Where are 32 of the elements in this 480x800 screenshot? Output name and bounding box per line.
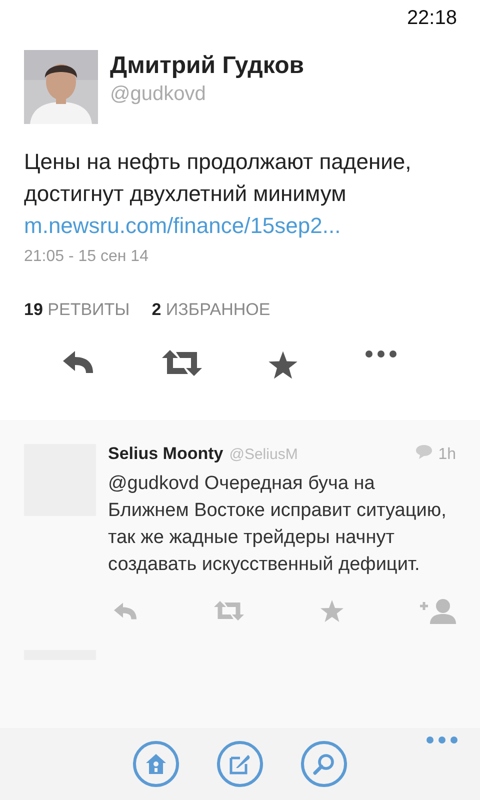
reply-icon [63,350,96,374]
star-icon [320,599,344,623]
tweet-text: Цены на нефть продолжают падение, достигнут двухлетний минимум [24,148,412,208]
add-user-icon [420,598,456,624]
reply-button[interactable] [63,350,96,374]
house-icon [145,753,167,775]
comment-icon [416,445,432,459]
retweet-icon [162,350,202,376]
status-time: 22:18 [406,6,457,30]
home-button[interactable] [133,741,179,787]
compose-icon [229,753,251,775]
more-icon [426,736,458,744]
tweet-date: 21:05 - 15 сен 14 [23,247,150,266]
reply-author: Selius Moonty [108,444,224,464]
stat-count[interactable]: 2 ИЗБРАННОЕ [152,300,270,320]
compose-button[interactable] [217,741,263,787]
reply-icon [114,602,138,620]
search-button[interactable] [301,741,347,787]
stat-count[interactable]: 19 РЕТВИТЫ [24,300,130,320]
retweet-icon [214,601,244,621]
star-icon [268,350,298,380]
search-icon [313,753,335,775]
more-icon [364,350,397,358]
author-handle: @gudkovd [110,83,207,106]
more-button[interactable] [364,350,397,358]
follow-button[interactable] [420,598,456,624]
retweet-button[interactable] [162,350,202,376]
reply-text: @gudkovd Очередная буча на Ближнем Востоке исправит ситуацию, так же жадные трейдеры начнут создавать искусственный дефицит. [108,472,448,577]
reply-age: 1h [438,446,456,464]
reply-handle: @SeliusM [229,446,299,463]
favorite-button[interactable] [268,350,298,380]
author-name: Дмитрий Гудков [110,52,304,80]
